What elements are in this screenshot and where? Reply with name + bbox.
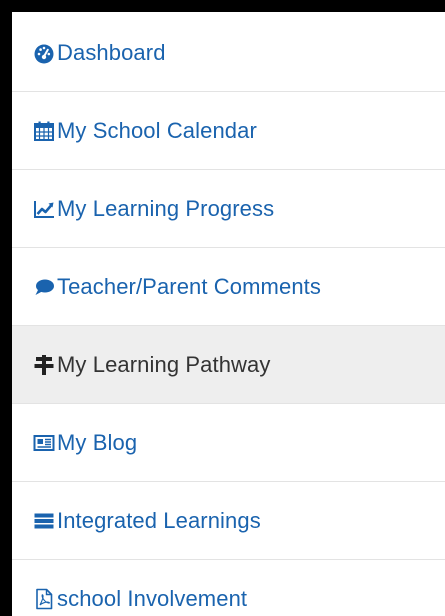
sidebar-item-label: My Learning Pathway [57,351,271,377]
sidebar-menu: Dashboard My School Calendar My Learning… [12,14,445,616]
sidebar-item-dashboard[interactable]: Dashboard [12,14,445,92]
sidebar-item-integrated-learnings[interactable]: Integrated Learnings [12,482,445,560]
signpost-icon [33,354,55,376]
line-chart-icon [33,198,55,220]
newspaper-icon [33,432,55,454]
sidebar-item-label: My Blog [57,429,138,455]
sidebar-item-teacher-parent-comments[interactable]: Teacher/Parent Comments [12,248,445,326]
sidebar-item-my-school-calendar[interactable]: My School Calendar [12,92,445,170]
sidebar-item-label: school Involvement [57,585,248,611]
tachometer-icon [33,42,55,64]
calendar-icon [33,120,55,142]
sidebar-item-label: My Learning Progress [57,195,275,221]
sidebar-item-label: Dashboard [57,39,166,65]
comment-icon [33,276,55,298]
sidebar-item-label: Teacher/Parent Comments [57,273,321,299]
sidebar-item-my-learning-progress[interactable]: My Learning Progress [12,170,445,248]
pdf-file-icon [33,588,55,610]
list-icon [33,510,55,532]
sidebar-item-label: Integrated Learnings [57,507,261,533]
sidebar-item-school-involvement[interactable]: school Involvement [12,560,445,616]
sidebar-item-label: My School Calendar [57,117,257,143]
sidebar-item-my-learning-pathway[interactable]: My Learning Pathway [12,326,445,404]
sidebar-item-my-blog[interactable]: My Blog [12,404,445,482]
sidebar-panel: Dashboard My School Calendar My Learning… [12,12,445,616]
